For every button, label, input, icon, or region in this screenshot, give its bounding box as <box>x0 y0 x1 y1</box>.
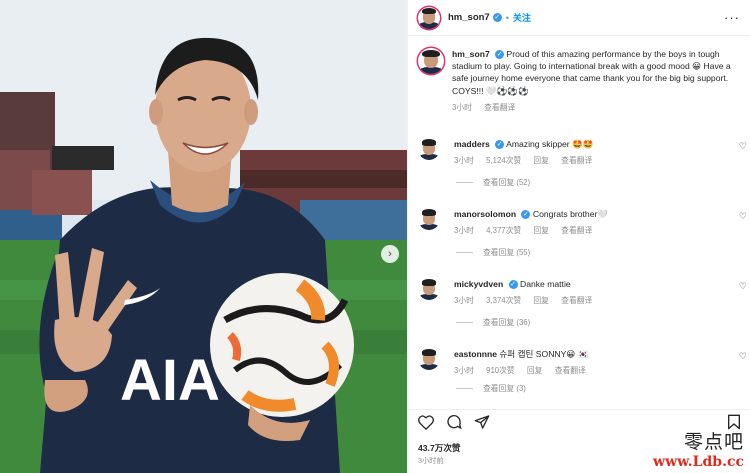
watermark: 零点吧 www.Ldb.cc <box>653 427 744 470</box>
comment-text: 슈퍼 캡틴 SONNY😀 🇰🇷 <box>499 349 589 359</box>
caption-translate-link[interactable]: 查看翻译 <box>484 103 515 112</box>
comment-like-heart-icon[interactable]: ♡ <box>739 211 747 222</box>
commenter-avatar[interactable] <box>418 348 440 370</box>
photo-illustration: AIA <box>0 0 407 473</box>
caption-time: 3小时 <box>452 102 472 112</box>
caption-text: Proud of this amazing performance by the… <box>452 49 731 96</box>
commenter-avatar[interactable] <box>418 278 440 300</box>
comment-item: manorsolomon ✓ Congrats brother🤍 3小时 4,3… <box>418 208 750 258</box>
commenter-avatar[interactable] <box>418 138 440 160</box>
comment-likes[interactable]: 910次赞 <box>486 366 515 375</box>
comment-time: 3小时 <box>454 366 474 375</box>
post-caption: hm_son7 ✓ Proud of this amazing performa… <box>418 48 743 114</box>
watermark-cn: 零点吧 <box>683 431 744 453</box>
comment-time: 3小时 <box>454 296 474 305</box>
comment-text: Congrats brother🤍 <box>532 209 609 219</box>
view-replies-label: 查看回复 (36) <box>483 318 531 327</box>
comment-time: 3小时 <box>454 226 474 235</box>
commenter-username[interactable]: eastonnne <box>454 349 497 359</box>
comment-text: Amazing skipper 🤩🤩 <box>506 139 594 149</box>
comment-likes[interactable]: 3,374次赞 <box>486 296 521 305</box>
reply-button[interactable]: 回复 <box>533 156 549 165</box>
shirt-sponsor-text: AIA <box>120 348 220 413</box>
translate-link[interactable]: 查看翻译 <box>555 366 586 375</box>
verified-icon: ✓ <box>495 140 505 150</box>
like-count[interactable]: 43.7万次赞 <box>418 442 461 454</box>
translate-link[interactable]: 查看翻译 <box>561 226 592 235</box>
commenter-username[interactable]: madders <box>454 139 490 149</box>
verified-icon: ✓ <box>521 210 531 220</box>
comment-like-heart-icon[interactable]: ♡ <box>739 351 747 362</box>
caption-avatar[interactable] <box>418 48 444 74</box>
comment-item: madders ✓ Amazing skipper 🤩🤩 3小时 5,124次赞… <box>418 138 750 188</box>
comment-likes[interactable]: 5,124次赞 <box>486 156 521 165</box>
comment-icon[interactable] <box>446 414 462 430</box>
comment-text: Danke mattie <box>520 279 571 289</box>
verified-icon: ✓ <box>492 13 502 22</box>
comment-item: eastonnne 슈퍼 캡틴 SONNY😀 🇰🇷 3小时 910次赞 回复 查… <box>418 348 750 394</box>
verified-icon: ✓ <box>495 50 505 60</box>
post-photo[interactable]: AIA › <box>0 0 407 473</box>
next-photo-button[interactable]: › <box>381 245 399 263</box>
heart-icon[interactable] <box>418 414 434 430</box>
reply-button[interactable]: 回复 <box>533 296 549 305</box>
author-username[interactable]: hm_son7 <box>448 12 490 23</box>
post-header: hm_son7 ✓ • 关注 ··· <box>408 0 750 36</box>
chevron-right-icon: › <box>388 248 392 260</box>
view-replies-label: 查看回复 (52) <box>483 178 531 187</box>
more-icon[interactable]: ··· <box>724 10 740 25</box>
comment-like-heart-icon[interactable]: ♡ <box>739 141 747 152</box>
post-timestamp: 3小时前 <box>418 456 444 465</box>
follow-button[interactable]: 关注 <box>513 11 531 24</box>
verified-icon: ✓ <box>508 280 518 290</box>
translate-link[interactable]: 查看翻译 <box>561 296 592 305</box>
view-replies-button[interactable]: 查看回复 (3) <box>456 383 750 394</box>
share-icon[interactable] <box>474 414 490 430</box>
watermark-url: www.Ldb.cc <box>653 454 744 470</box>
commenter-username[interactable]: manorsolomon <box>454 209 516 219</box>
translate-link[interactable]: 查看翻译 <box>561 156 592 165</box>
comment-likes[interactable]: 4,377次赞 <box>486 226 521 235</box>
comment-like-heart-icon[interactable]: ♡ <box>739 281 747 292</box>
reply-button[interactable]: 回复 <box>527 366 543 375</box>
view-replies-button[interactable]: 查看回复 (36) <box>456 317 750 328</box>
comment-time: 3小时 <box>454 156 474 165</box>
author-avatar[interactable] <box>418 6 440 29</box>
comments-panel: hm_son7 ✓ • 关注 ··· hm_son7 ✓ Proud of th… <box>407 0 750 473</box>
view-replies-button[interactable]: 查看回复 (55) <box>456 247 750 258</box>
view-replies-label: 查看回复 (55) <box>483 248 531 257</box>
view-replies-button[interactable]: 查看回复 (52) <box>456 177 750 188</box>
comment-item: mickyvdven ✓ Danke mattie 3小时 3,374次赞 回复… <box>418 278 750 328</box>
reply-button[interactable]: 回复 <box>533 226 549 235</box>
commenter-username[interactable]: mickyvdven <box>454 279 503 289</box>
commenter-avatar[interactable] <box>418 208 440 230</box>
separator: • <box>505 12 509 23</box>
caption-username[interactable]: hm_son7 <box>452 49 490 59</box>
view-replies-label: 查看回复 (3) <box>483 384 526 393</box>
